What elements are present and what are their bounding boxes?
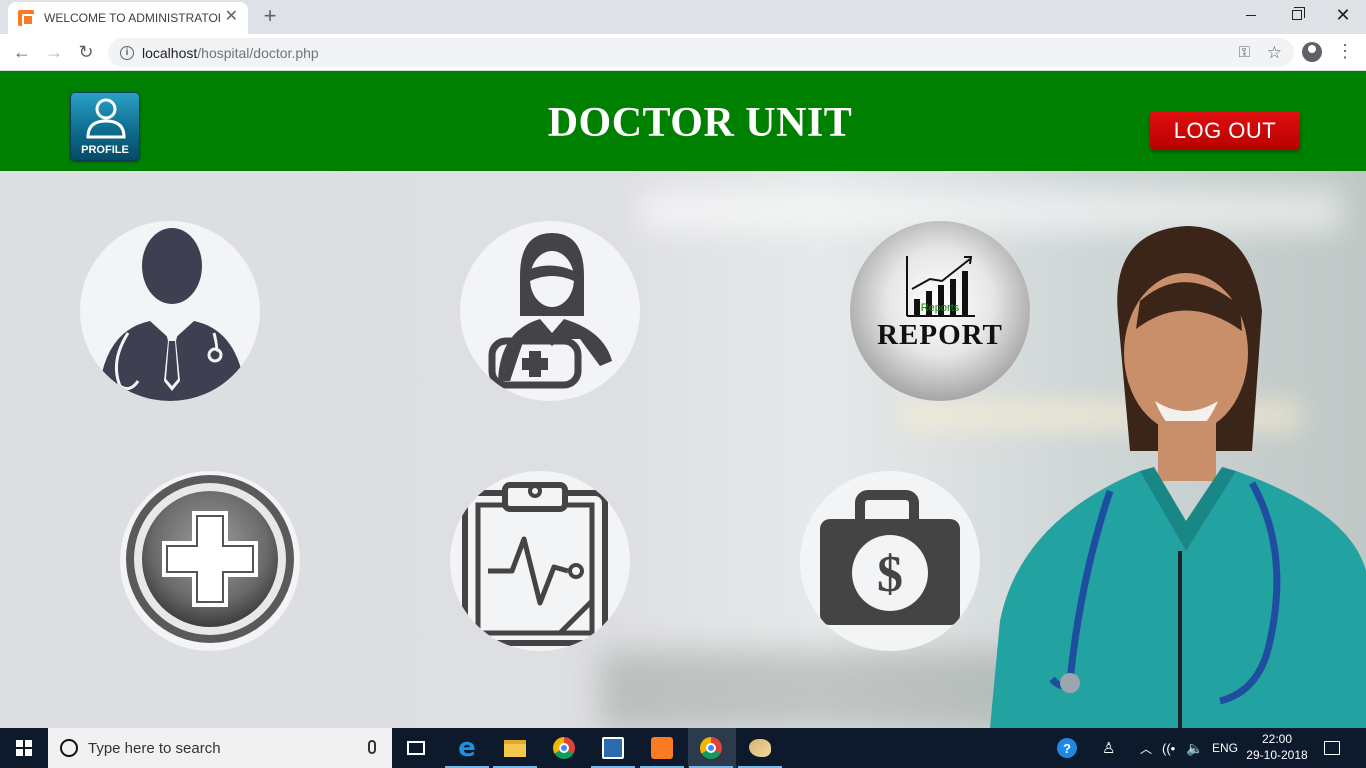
notifications-icon[interactable] [1324, 728, 1340, 768]
paint-icon[interactable] [738, 734, 782, 768]
language-indicator[interactable]: ENG [1212, 728, 1238, 768]
clipboard-heartbeat-icon [462, 482, 608, 646]
tab-close-icon[interactable]: ✕ [225, 9, 238, 25]
arrow-right-icon: → [45, 41, 63, 62]
doctor-icon [98, 228, 246, 401]
key-icon[interactable]: ⚿ [1239, 38, 1250, 67]
page-title: DOCTOR UNIT [547, 100, 853, 146]
volume-icon[interactable]: 🔈 [1186, 728, 1203, 768]
restore-icon [1292, 7, 1305, 20]
billing-tile[interactable]: $ [800, 471, 980, 651]
url-host: localhost [142, 44, 198, 61]
bookmark-star-icon[interactable]: ☆ [1267, 38, 1282, 67]
browser-toolbar: ← → ↻ i localhost/hospital/doctor.php ⚿ … [0, 34, 1366, 71]
logout-button[interactable]: LOG OUT [1150, 111, 1300, 150]
file-explorer-icon[interactable] [493, 734, 537, 768]
close-window-button[interactable]: ✕ [1320, 0, 1366, 30]
chrome-active-icon[interactable] [689, 734, 733, 768]
minimize-button[interactable] [1228, 0, 1274, 30]
tab-strip: WELCOME TO ADMINISTRATOR U ✕ + ✕ [0, 0, 1366, 34]
forward-button[interactable]: → [42, 40, 66, 64]
chrome-icon[interactable] [550, 734, 578, 762]
start-button[interactable] [0, 728, 48, 768]
tab-title: WELCOME TO ADMINISTRATOR U [44, 11, 220, 25]
microphone-icon[interactable] [368, 740, 376, 754]
system-clock[interactable]: 22:00 29-10-2018 [1244, 731, 1310, 763]
search-placeholder: Type here to search [88, 739, 221, 757]
close-icon: ✕ [1335, 4, 1351, 25]
page-header: PROFILE DOCTOR UNIT LOG OUT [0, 71, 1366, 171]
restore-button[interactable] [1274, 0, 1320, 30]
page-viewport: PROFILE DOCTOR UNIT LOG OUT Reports REPO… [0, 71, 1366, 728]
browser-tab[interactable]: WELCOME TO ADMINISTRATOR U ✕ [8, 2, 248, 34]
medical-cross-icon [126, 475, 294, 643]
clock-date: 29-10-2018 [1246, 748, 1308, 762]
cortana-icon [60, 739, 78, 757]
network-icon[interactable]: ((• [1162, 728, 1175, 768]
url-path: /hospital/doctor.php [197, 44, 319, 61]
profile-label: PROFILE [81, 144, 129, 156]
clock-time: 22:00 [1261, 732, 1293, 746]
xampp-favicon-icon [18, 10, 34, 26]
account-icon[interactable] [1302, 42, 1322, 62]
profile-button[interactable]: PROFILE [70, 92, 140, 161]
doctor-tile[interactable] [80, 221, 260, 401]
reload-icon: ↻ [78, 41, 94, 62]
clipboard-tile[interactable] [450, 471, 630, 651]
task-view-icon[interactable] [402, 734, 430, 762]
address-bar[interactable]: i localhost/hospital/doctor.php ⚿ ☆ [108, 38, 1294, 67]
arrow-left-icon: ← [13, 41, 31, 62]
chevron-up-icon[interactable]: ︿ [1140, 728, 1152, 768]
browser-menu-icon[interactable]: ⋮ [1336, 40, 1354, 62]
help-icon[interactable]: ? [1057, 728, 1077, 768]
info-icon[interactable]: i [120, 45, 134, 60]
nurse-tile[interactable] [460, 221, 640, 401]
medical-tile[interactable] [120, 471, 300, 651]
app-window-icon[interactable] [591, 734, 635, 768]
people-icon[interactable]: ♙ [1102, 728, 1115, 768]
new-tab-button[interactable]: + [258, 5, 282, 27]
nurse-icon [488, 233, 612, 389]
xampp-icon[interactable] [640, 734, 684, 768]
edge-icon[interactable]: e [445, 733, 489, 768]
windows-logo-icon [16, 740, 32, 756]
windows-taskbar: Type here to search e ? ♙ ︿ ((• 🔈 ENG 22… [0, 728, 1366, 768]
minimize-icon [1246, 14, 1256, 16]
taskbar-search[interactable]: Type here to search [48, 728, 392, 768]
reload-button[interactable]: ↻ [74, 40, 98, 64]
svg-text:$: $ [877, 546, 903, 603]
money-bag-icon: $ [820, 490, 960, 625]
nurse-photo [990, 226, 1366, 728]
profile-person-icon [86, 98, 126, 139]
back-button[interactable]: ← [10, 40, 34, 64]
